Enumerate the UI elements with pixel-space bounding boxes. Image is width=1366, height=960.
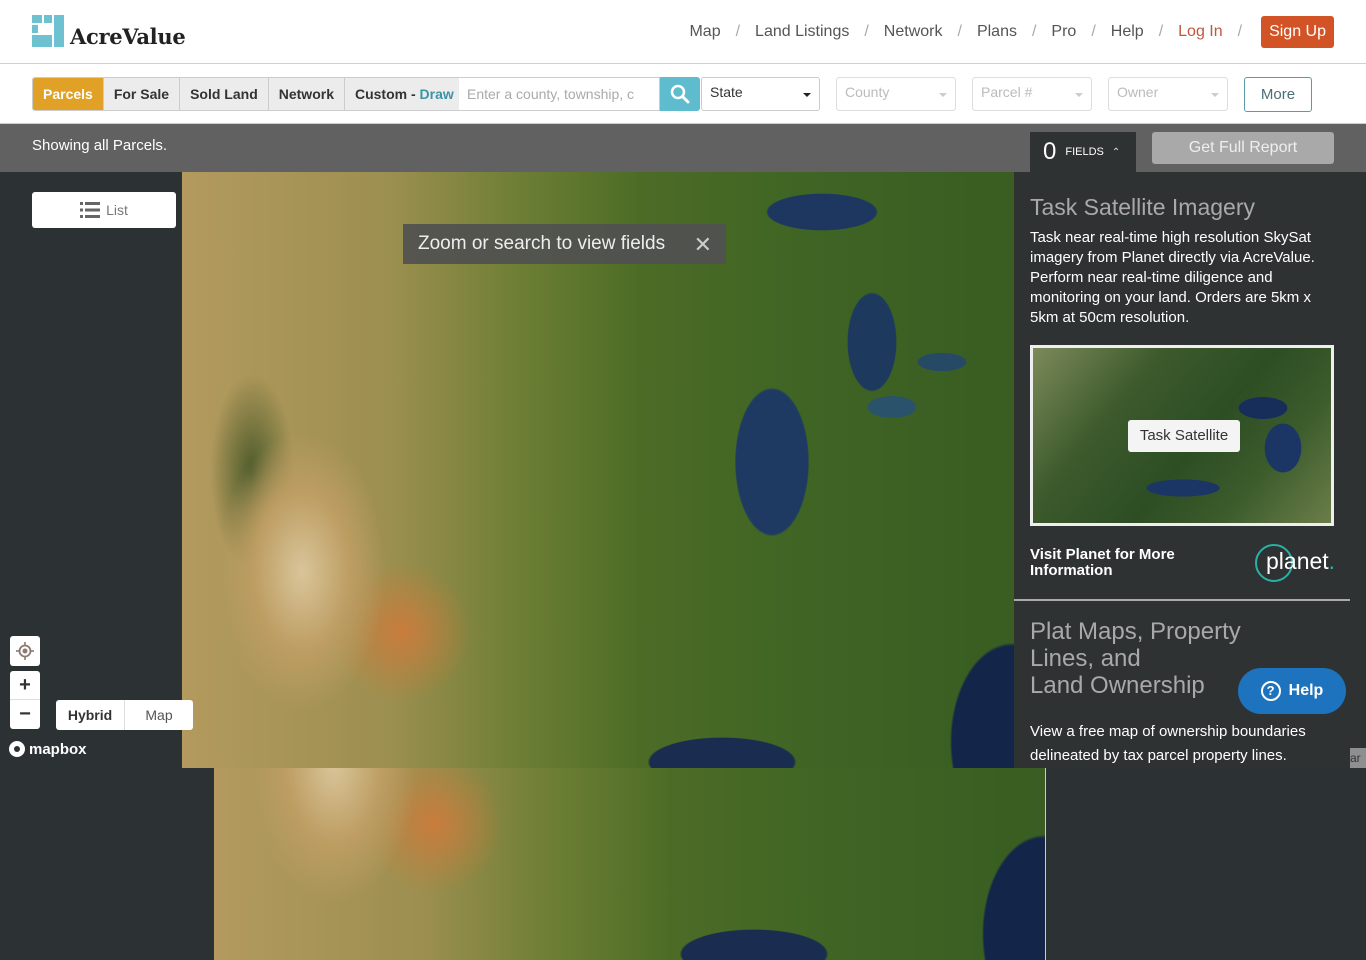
logo-icon bbox=[32, 15, 64, 47]
layer-segments: Parcels For Sale Sold Land Network Custo… bbox=[32, 77, 466, 111]
segment-custom[interactable]: Custom - Draw bbox=[344, 78, 465, 110]
zoom-hint-text: Zoom or search to view fields bbox=[418, 233, 666, 254]
visit-planet-link[interactable]: Visit Planet for More Information bbox=[1030, 547, 1200, 579]
chevron-down-icon bbox=[803, 93, 811, 97]
fields-label: FIELDS bbox=[1065, 146, 1104, 158]
zoom-in-button[interactable]: + bbox=[10, 671, 40, 700]
planet-wordmark: planet. bbox=[1266, 548, 1335, 575]
login-link[interactable]: Log In bbox=[1178, 23, 1222, 41]
nav-pro[interactable]: Pro bbox=[1051, 23, 1076, 41]
brand-name: AcreValue bbox=[70, 24, 186, 49]
custom-label: Custom - bbox=[354, 86, 416, 102]
fields-tab[interactable]: 0 FIELDS ⌃ bbox=[1030, 132, 1136, 172]
status-text: Showing all Parcels. bbox=[32, 137, 168, 154]
nav-separator: / bbox=[1091, 23, 1096, 40]
map-attribution-fragment: ar bbox=[1350, 748, 1366, 768]
state-select-value: State bbox=[710, 84, 743, 100]
chevron-up-icon: ⌃ bbox=[1111, 146, 1121, 158]
basemap-map[interactable]: Map bbox=[125, 700, 193, 730]
parcel-select[interactable]: Parcel # bbox=[972, 77, 1092, 111]
list-icon bbox=[80, 202, 101, 218]
satellite-preview-image[interactable]: Task Satellite bbox=[1030, 345, 1334, 526]
top-header: AcreValue Map / Land Listings / Network … bbox=[0, 0, 1366, 64]
nav-help[interactable]: Help bbox=[1111, 23, 1144, 41]
basemap-switcher: Hybrid Map bbox=[56, 700, 193, 730]
fields-count: 0 bbox=[1043, 138, 1057, 165]
planet-wordmark-text: planet bbox=[1266, 548, 1329, 574]
mapbox-logo-icon bbox=[9, 741, 25, 757]
nav-plans[interactable]: Plans bbox=[977, 23, 1017, 41]
acrevalue-logo[interactable]: AcreValue bbox=[32, 15, 186, 49]
nav-separator: / bbox=[864, 23, 869, 40]
nav-separator: / bbox=[1158, 23, 1164, 40]
task-satellite-button[interactable]: Task Satellite bbox=[1128, 420, 1240, 452]
segment-for-sale[interactable]: For Sale bbox=[103, 78, 181, 110]
nav-map[interactable]: Map bbox=[689, 23, 720, 41]
geolocate-button[interactable] bbox=[10, 636, 40, 665]
minus-icon: − bbox=[19, 703, 31, 725]
help-button[interactable]: ? Help bbox=[1238, 668, 1346, 714]
location-search-input[interactable]: Enter a county, township, c bbox=[459, 77, 660, 111]
zoom-hint-toast: Zoom or search to view fields ✕ bbox=[403, 224, 726, 264]
question-icon: ? bbox=[1260, 681, 1281, 701]
segment-parcels[interactable]: Parcels bbox=[33, 78, 104, 110]
panel-divider bbox=[1014, 599, 1350, 601]
plat-title-line: Lines, and bbox=[1030, 645, 1141, 672]
nav-separator: / bbox=[957, 23, 962, 40]
filter-bar: Parcels For Sale Sold Land Network Custo… bbox=[0, 64, 1366, 124]
search-button[interactable] bbox=[660, 77, 700, 111]
plat-maps-description: View a free map of ownership boundaries … bbox=[1030, 723, 1306, 764]
nav-land-listings[interactable]: Land Listings bbox=[755, 23, 849, 41]
satellite-title: Task Satellite Imagery bbox=[1030, 194, 1255, 220]
nav-separator: / bbox=[1237, 23, 1243, 40]
chevron-down-icon bbox=[1211, 93, 1219, 97]
parcel-select-placeholder: Parcel # bbox=[981, 84, 1033, 100]
state-select[interactable]: State bbox=[701, 77, 820, 111]
search-icon bbox=[670, 84, 690, 104]
mapbox-wordmark: mapbox bbox=[29, 740, 87, 758]
plat-title-line: Plat Maps, Property bbox=[1030, 618, 1241, 645]
owner-select[interactable]: Owner bbox=[1108, 77, 1228, 111]
zoom-out-button[interactable]: − bbox=[10, 700, 40, 729]
county-select-placeholder: County bbox=[845, 84, 890, 100]
chevron-down-icon bbox=[1075, 93, 1083, 97]
top-nav: Map / Land Listings / Network / Plans / … bbox=[689, 16, 1334, 48]
close-icon[interactable]: ✕ bbox=[694, 232, 712, 258]
list-view-button[interactable]: List bbox=[32, 192, 176, 228]
draw-link[interactable]: Draw bbox=[420, 86, 454, 102]
view-toggle: Map List bbox=[32, 192, 1046, 960]
county-select[interactable]: County bbox=[836, 77, 956, 111]
get-full-report-button[interactable]: Get Full Report bbox=[1152, 132, 1334, 164]
list-view-label: List bbox=[106, 202, 128, 218]
chevron-down-icon bbox=[939, 93, 947, 97]
geolocate-control bbox=[10, 636, 40, 666]
nav-network[interactable]: Network bbox=[884, 23, 943, 41]
basemap-hybrid[interactable]: Hybrid bbox=[56, 700, 125, 730]
planet-logo[interactable]: planet. bbox=[1254, 543, 1335, 585]
plat-maps-title: Plat Maps, Property Lines, and Land Owne… bbox=[1030, 618, 1241, 699]
owner-select-placeholder: Owner bbox=[1117, 84, 1159, 100]
segment-network[interactable]: Network bbox=[268, 78, 345, 110]
nav-separator: / bbox=[735, 23, 741, 40]
more-filters-button[interactable]: More bbox=[1244, 77, 1312, 112]
help-label: Help bbox=[1288, 682, 1324, 699]
mapbox-attribution[interactable]: mapbox bbox=[8, 740, 87, 758]
segment-sold-land[interactable]: Sold Land bbox=[180, 78, 269, 110]
planet-dot: . bbox=[1328, 548, 1336, 574]
satellite-description: Task near real-time high resolution SkyS… bbox=[1030, 229, 1315, 326]
plus-icon: + bbox=[19, 673, 31, 696]
plat-title-line: Land Ownership bbox=[1030, 672, 1205, 699]
zoom-control: + − bbox=[10, 671, 40, 729]
crosshair-icon bbox=[16, 641, 34, 660]
nav-separator: / bbox=[1031, 23, 1037, 40]
signup-button[interactable]: Sign Up bbox=[1261, 16, 1334, 48]
